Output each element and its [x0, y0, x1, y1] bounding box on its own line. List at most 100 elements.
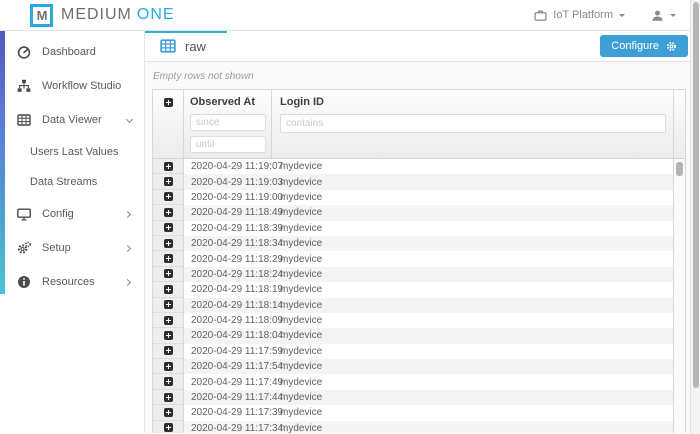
expand-row-button[interactable] — [153, 298, 184, 313]
observed-at-cell: 2020-04-29 11:19:00 — [184, 190, 272, 205]
page-scrollbar-thumb[interactable] — [693, 2, 699, 388]
login-id-cell: mydevice — [272, 328, 673, 343]
sidebar-item-workflow-studio[interactable]: Workflow Studio — [0, 69, 144, 103]
column-observed-at: Observed At — [184, 90, 272, 158]
plus-icon — [164, 254, 173, 263]
brand-primary: MEDIUM — [61, 6, 132, 24]
sidebar-item-resources[interactable]: Resources — [0, 265, 144, 299]
expand-row-button[interactable] — [153, 190, 184, 205]
expand-row-button[interactable] — [153, 174, 184, 189]
sidebar-item-label: Data Viewer — [42, 114, 102, 126]
observed-at-cell: 2020-04-29 11:18:14 — [184, 298, 272, 313]
expand-row-button[interactable] — [153, 359, 184, 374]
medium-one-logo: M MEDIUM ONE — [30, 4, 175, 27]
expand-row-button[interactable] — [153, 313, 184, 328]
gear-icon — [666, 41, 677, 52]
login-id-cell: mydevice — [272, 298, 673, 313]
data-table: Observed At Login ID — [152, 89, 686, 433]
expand-all-button[interactable] — [153, 90, 184, 158]
login-id-cell: mydevice — [272, 344, 673, 359]
observed-at-cell: 2020-04-29 11:19:03 — [184, 174, 272, 189]
expand-row-button[interactable] — [153, 344, 184, 359]
expand-row-button[interactable] — [153, 205, 184, 220]
page-title: raw — [185, 39, 206, 54]
table-row: 2020-04-29 11:17:44 mydevice — [153, 390, 673, 405]
expand-row-button[interactable] — [153, 159, 184, 174]
active-accent-bar — [145, 31, 227, 33]
observed-at-cell: 2020-04-29 11:18:04 — [184, 328, 272, 343]
observed-at-cell: 2020-04-29 11:17:59 — [184, 344, 272, 359]
table-row: 2020-04-29 11:19:03 mydevice — [153, 174, 673, 189]
plus-icon — [164, 331, 173, 340]
expand-row-button[interactable] — [153, 328, 184, 343]
desktop-icon — [17, 207, 32, 221]
plus-icon — [164, 300, 173, 309]
plus-icon — [164, 393, 173, 402]
expand-row-button[interactable] — [153, 221, 184, 236]
table-row: 2020-04-29 11:19:00 mydevice — [153, 190, 673, 205]
since-filter-input[interactable] — [190, 114, 266, 131]
table-row: 2020-04-29 11:17:59 mydevice — [153, 344, 673, 359]
observed-at-cell: 2020-04-29 11:17:49 — [184, 374, 272, 389]
sidebar: Dashboard Workflow Studio Data Viewer Us… — [0, 31, 145, 433]
expand-row-button[interactable] — [153, 282, 184, 297]
expand-row-button[interactable] — [153, 236, 184, 251]
configure-button-label: Configure — [611, 40, 659, 52]
table-row: 2020-04-29 11:17:54 mydevice — [153, 359, 673, 374]
table-row: 2020-04-29 11:17:39 mydevice — [153, 405, 673, 420]
table-row: 2020-04-29 11:19:07 mydevice — [153, 159, 673, 174]
observed-at-cell: 2020-04-29 11:19:07 — [184, 159, 272, 174]
sidebar-item-users-last-values[interactable]: Users Last Values — [0, 137, 144, 167]
expand-row-button[interactable] — [153, 421, 184, 433]
caret-down-icon — [619, 14, 625, 20]
configure-button[interactable]: Configure — [600, 35, 688, 57]
briefcase-icon — [534, 9, 547, 22]
plus-icon — [164, 362, 173, 371]
table-row: 2020-04-29 11:18:14 mydevice — [153, 298, 673, 313]
observed-at-cell: 2020-04-29 11:18:24 — [184, 267, 272, 282]
table-row: 2020-04-29 11:18:19 mydevice — [153, 282, 673, 297]
page-scrollbar[interactable] — [690, 0, 700, 434]
table-scrollbar[interactable] — [673, 159, 685, 433]
login-id-cell: mydevice — [272, 251, 673, 266]
sidebar-item-config[interactable]: Config — [0, 197, 144, 231]
platform-menu[interactable]: IoT Platform — [534, 9, 625, 22]
contains-filter-input[interactable] — [280, 114, 666, 133]
table-row: 2020-04-29 11:18:04 mydevice — [153, 328, 673, 343]
sidebar-item-dashboard[interactable]: Dashboard — [0, 35, 144, 69]
sidebar-item-data-viewer[interactable]: Data Viewer — [0, 103, 144, 137]
login-id-cell: mydevice — [272, 174, 673, 189]
expand-row-button[interactable] — [153, 405, 184, 420]
dashboard-gauge-icon — [17, 45, 32, 59]
sidebar-item-setup[interactable]: Setup — [0, 231, 144, 265]
login-id-cell: mydevice — [272, 221, 673, 236]
expand-row-button[interactable] — [153, 251, 184, 266]
brand-mark-icon: M — [30, 4, 53, 27]
chevron-right-icon — [124, 244, 131, 251]
chevron-right-icon — [124, 278, 131, 285]
observed-at-cell: 2020-04-29 11:17:54 — [184, 359, 272, 374]
column-header-label: Observed At — [190, 96, 266, 108]
expand-row-button[interactable] — [153, 390, 184, 405]
sidebar-gradient-strip — [0, 31, 5, 294]
expand-row-button[interactable] — [153, 267, 184, 282]
table-row: 2020-04-29 11:17:49 mydevice — [153, 374, 673, 389]
observed-at-cell: 2020-04-29 11:17:39 — [184, 405, 272, 420]
user-menu[interactable] — [651, 9, 676, 22]
sidebar-item-data-streams[interactable]: Data Streams — [0, 167, 144, 197]
observed-at-cell: 2020-04-29 11:18:09 — [184, 313, 272, 328]
table-scrollbar-thumb[interactable] — [676, 162, 683, 176]
login-id-cell: mydevice — [272, 374, 673, 389]
sidebar-item-label: Resources — [42, 276, 95, 288]
table-grid-icon — [17, 113, 32, 127]
chevron-right-icon — [124, 210, 131, 217]
plus-icon — [164, 208, 173, 217]
plus-icon — [164, 177, 173, 186]
until-filter-input[interactable] — [190, 136, 266, 153]
plus-icon — [164, 377, 173, 386]
sitemap-icon — [17, 79, 32, 93]
login-id-cell: mydevice — [272, 421, 673, 433]
sidebar-item-label: Config — [42, 208, 74, 220]
login-id-cell: mydevice — [272, 267, 673, 282]
expand-row-button[interactable] — [153, 374, 184, 389]
